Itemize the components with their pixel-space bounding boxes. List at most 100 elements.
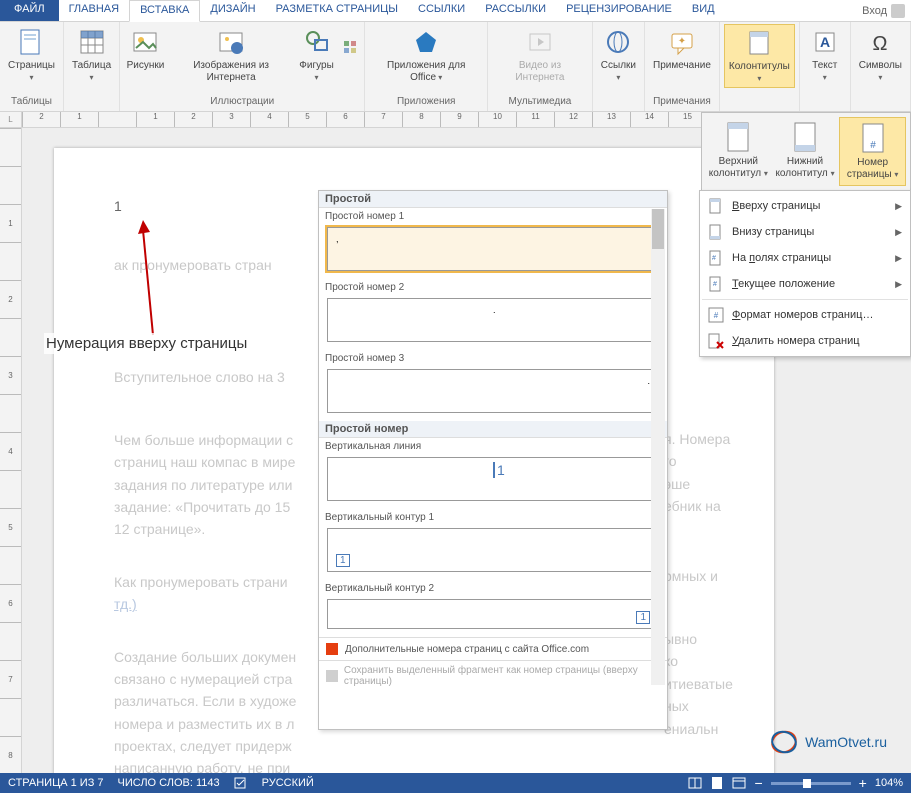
tab-design[interactable]: ДИЗАЙН bbox=[200, 0, 265, 21]
status-bar: СТРАНИЦА 1 ИЗ 7 ЧИСЛО СЛОВ: 1143 РУССКИЙ… bbox=[0, 773, 911, 793]
menu-current-position[interactable]: # Текущее положение ▶ bbox=[702, 271, 908, 297]
gallery-scroll-thumb[interactable] bbox=[652, 209, 664, 249]
tab-file[interactable]: ФАЙЛ bbox=[0, 0, 59, 21]
comment-button[interactable]: ✦ Примечание bbox=[649, 24, 715, 74]
spellcheck-icon[interactable] bbox=[234, 776, 248, 790]
symbols-button[interactable]: Ω Символы▾ bbox=[855, 24, 906, 86]
avatar-icon bbox=[891, 4, 905, 18]
header-footer-button[interactable]: Колонтитулы▾ bbox=[724, 24, 795, 88]
pagenum-icon: # bbox=[859, 122, 887, 154]
doc-p3e: проектах, следует придерж bbox=[114, 738, 292, 754]
gallery-save-selection: Сохранить выделенный фрагмент как номер … bbox=[319, 660, 667, 691]
video-button[interactable]: Видео из Интернета bbox=[492, 24, 588, 86]
zoom-slider[interactable] bbox=[771, 782, 851, 785]
apps-label: Приложения для Office bbox=[387, 60, 465, 83]
tab-mailings[interactable]: РАССЫЛКИ bbox=[475, 0, 556, 21]
shapes-button[interactable]: Фигуры▾ bbox=[296, 24, 338, 86]
pages-button[interactable]: Страницы▾ bbox=[4, 24, 59, 86]
pages-icon bbox=[15, 26, 47, 58]
menu-page-margins[interactable]: # На полях страницы ▶ bbox=[702, 245, 908, 271]
print-layout-icon[interactable] bbox=[710, 776, 724, 790]
svg-text:Ω: Ω bbox=[873, 33, 888, 55]
ribbon: Страницы▾ Таблицы Таблица▾ Рисунки Изобр… bbox=[0, 22, 911, 112]
tab-review[interactable]: РЕЦЕНЗИРОВАНИЕ bbox=[556, 0, 682, 21]
annotation-label: Нумерация вверху страницы bbox=[44, 333, 249, 354]
ruler-corner[interactable]: L bbox=[0, 112, 22, 128]
remove-numbers-icon bbox=[708, 333, 724, 349]
table-button[interactable]: Таблица▾ bbox=[68, 24, 115, 86]
doc-p3f: написанную работу, не при bbox=[114, 760, 290, 773]
zoom-in-button[interactable]: + bbox=[859, 775, 867, 791]
gallery-item-3[interactable]: . bbox=[327, 369, 659, 413]
doc-subheading: Вступительное слово на 3 bbox=[114, 369, 285, 385]
gallery-item-1[interactable]: , bbox=[327, 227, 659, 271]
tab-references[interactable]: ССЫЛКИ bbox=[408, 0, 475, 21]
menu-bottom-of-page[interactable]: Внизу страницы ▶ bbox=[702, 219, 908, 245]
submenu-arrow-icon: ▶ bbox=[895, 279, 902, 290]
media-group-label: Мультимедиа bbox=[492, 94, 588, 109]
links-icon bbox=[602, 26, 634, 58]
office-icon bbox=[325, 642, 339, 656]
footer-button[interactable]: Нижний колонтитул ▾ bbox=[773, 117, 838, 186]
illustrations-group-label: Иллюстрации bbox=[124, 94, 360, 109]
svg-text:✦: ✦ bbox=[678, 36, 686, 47]
read-mode-icon[interactable] bbox=[688, 776, 702, 790]
gallery-footer1-label: Дополнительные номера страниц с сайта Of… bbox=[345, 644, 589, 655]
doc-p3a: Создание больших докумен bbox=[114, 649, 296, 665]
svg-text:#: # bbox=[870, 140, 876, 151]
links-button[interactable]: Ссылки▾ bbox=[597, 24, 640, 86]
symbols-label: Символы bbox=[859, 60, 902, 71]
comment-icon: ✦ bbox=[666, 26, 698, 58]
tab-pagelayout[interactable]: РАЗМЕТКА СТРАНИЦЫ bbox=[266, 0, 408, 21]
text-button[interactable]: A Текст▾ bbox=[804, 24, 846, 86]
tab-home[interactable]: ГЛАВНАЯ bbox=[59, 0, 129, 21]
zoom-level[interactable]: 104% bbox=[875, 777, 903, 789]
gallery-item-4[interactable]: 1 bbox=[327, 457, 659, 501]
pagenum-button[interactable]: # Номер страницы ▾ bbox=[839, 117, 906, 186]
gallery-more-office[interactable]: Дополнительные номера страниц с сайта Of… bbox=[319, 637, 667, 660]
zoom-out-button[interactable]: − bbox=[754, 775, 762, 791]
gallery-scrollbar[interactable] bbox=[651, 209, 665, 685]
pagenum-btn-label: Номер страницы bbox=[847, 157, 892, 180]
gallery-item-6[interactable]: 1 bbox=[327, 599, 659, 629]
video-label: Видео из Интернета bbox=[496, 60, 584, 84]
menu-format-page-numbers[interactable]: # Формат номеров страниц… bbox=[702, 302, 908, 328]
zoom-slider-thumb[interactable] bbox=[803, 779, 811, 788]
comment-label: Примечание bbox=[653, 60, 711, 72]
status-page[interactable]: СТРАНИЦА 1 ИЗ 7 bbox=[8, 777, 104, 789]
web-layout-icon[interactable] bbox=[732, 776, 746, 790]
online-images-button[interactable]: Изображения из Интернета bbox=[169, 24, 294, 86]
watermark-text: WamOtvet.ru bbox=[805, 734, 887, 750]
more-illustrations-button[interactable] bbox=[340, 24, 361, 56]
apps-group-label: Приложения bbox=[369, 94, 483, 109]
menu-top-of-page[interactable]: Вверху страницы ▶ bbox=[702, 193, 908, 219]
menu-bottom-label: Внизу страницы bbox=[732, 226, 814, 238]
comments-group-label: Примечания bbox=[649, 94, 715, 109]
tab-view[interactable]: ВИД bbox=[682, 0, 725, 21]
login-button[interactable]: Вход bbox=[856, 0, 911, 21]
smartart-icon bbox=[343, 40, 357, 54]
status-language[interactable]: РУССКИЙ bbox=[262, 777, 314, 789]
doc-p1b: страниц наш компас в мире bbox=[114, 454, 295, 470]
doc-t10: ениальн bbox=[664, 721, 718, 737]
pictures-button[interactable]: Рисунки bbox=[124, 24, 167, 74]
format-numbers-icon: # bbox=[708, 307, 724, 323]
save-icon bbox=[325, 669, 338, 683]
pictures-label: Рисунки bbox=[127, 60, 165, 72]
apps-button[interactable]: Приложения для Office ▾ bbox=[369, 24, 483, 86]
menu-remove-page-numbers[interactable]: Удалить номера страниц bbox=[702, 328, 908, 354]
doc-p2a: Как пронумеровать страни bbox=[114, 574, 288, 590]
svg-text:#: # bbox=[712, 255, 716, 262]
gallery-section-number: Простой номер bbox=[319, 421, 667, 438]
vertical-ruler[interactable]: 12345678 bbox=[0, 128, 22, 773]
current-position-icon: # bbox=[708, 276, 724, 292]
status-words[interactable]: ЧИСЛО СЛОВ: 1143 bbox=[118, 777, 220, 789]
menu-top-rest: верху страницы bbox=[739, 200, 820, 212]
header-button[interactable]: Верхний колонтитул ▾ bbox=[706, 117, 771, 186]
doc-t6: ывно bbox=[664, 631, 697, 647]
tab-insert[interactable]: ВСТАВКА bbox=[129, 0, 200, 22]
ribbon-tabs: ФАЙЛ ГЛАВНАЯ ВСТАВКА ДИЗАЙН РАЗМЕТКА СТР… bbox=[0, 0, 911, 22]
gallery-item-5[interactable]: 1 bbox=[327, 528, 659, 572]
gallery-item-2[interactable]: . bbox=[327, 298, 659, 342]
doc-p3d: номера и разместить их в л bbox=[114, 716, 294, 732]
